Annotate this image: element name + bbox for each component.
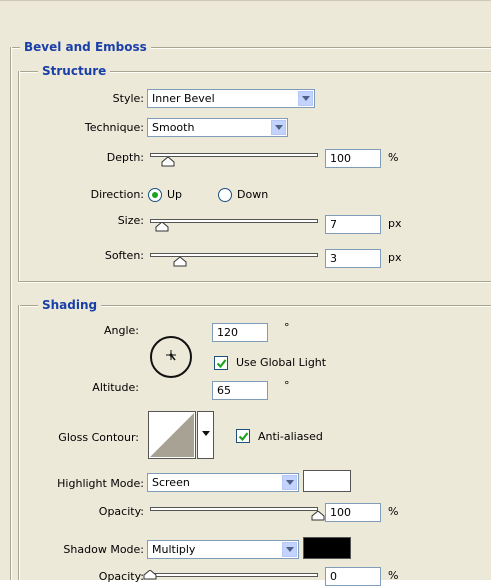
bevel-emboss-frame-left bbox=[10, 47, 12, 580]
shadow-color-swatch[interactable] bbox=[303, 537, 351, 559]
soften-input[interactable]: 3 bbox=[325, 249, 381, 268]
style-label: Style: bbox=[112, 92, 144, 105]
radio-selected-dot bbox=[152, 192, 158, 198]
shadow-opacity-slider-track[interactable] bbox=[150, 573, 318, 577]
highlight-mode-value: Screen bbox=[152, 476, 190, 489]
structure-frame-bottom bbox=[18, 281, 491, 283]
direction-down-label[interactable]: Down bbox=[237, 188, 268, 202]
angle-value: 120 bbox=[217, 326, 238, 339]
angle-unit: ° bbox=[284, 321, 290, 334]
style-select[interactable]: Inner Bevel bbox=[147, 89, 315, 108]
highlight-opacity-unit: % bbox=[388, 505, 399, 518]
soften-unit: px bbox=[388, 251, 402, 264]
altitude-input[interactable]: 65 bbox=[212, 381, 268, 400]
angle-label: Angle: bbox=[103, 324, 139, 337]
angle-dial[interactable] bbox=[148, 334, 194, 380]
shadow-opacity-unit: % bbox=[388, 569, 399, 582]
depth-input[interactable]: 100 bbox=[325, 149, 381, 168]
checkmark-icon bbox=[216, 359, 227, 369]
highlight-color-swatch[interactable] bbox=[303, 470, 351, 492]
depth-slider-track[interactable] bbox=[150, 153, 318, 157]
size-input[interactable]: 7 bbox=[325, 215, 381, 234]
highlight-opacity-input[interactable]: 100 bbox=[325, 503, 381, 522]
gloss-contour-dropdown[interactable] bbox=[197, 411, 214, 459]
checkmark-icon bbox=[238, 432, 249, 442]
use-global-light-checkbox[interactable] bbox=[214, 356, 228, 370]
shadow-opacity-label: Opacity: bbox=[98, 570, 144, 583]
highlight-opacity-label: Opacity: bbox=[98, 505, 144, 518]
chevron-down-icon bbox=[202, 431, 210, 436]
soften-slider-thumb[interactable] bbox=[173, 257, 187, 267]
highlight-opacity-slider-thumb[interactable] bbox=[311, 511, 325, 521]
size-slider-thumb[interactable] bbox=[155, 222, 169, 232]
chevron-down-icon[interactable] bbox=[282, 542, 297, 557]
bevel-emboss-panel: Bevel and Emboss Structure Style: Inner … bbox=[0, 0, 491, 586]
technique-value: Smooth bbox=[152, 121, 195, 134]
technique-label: Technique: bbox=[84, 121, 144, 134]
bevel-emboss-title: Bevel and Emboss bbox=[20, 40, 151, 54]
soften-value: 3 bbox=[330, 252, 337, 265]
altitude-value: 65 bbox=[217, 384, 231, 397]
style-value: Inner Bevel bbox=[152, 92, 215, 105]
shadow-mode-label: Shadow Mode: bbox=[63, 543, 144, 556]
depth-label: Depth: bbox=[106, 151, 144, 164]
direction-down-radio[interactable] bbox=[218, 188, 232, 202]
depth-value: 100 bbox=[330, 152, 351, 165]
direction-up-radio[interactable] bbox=[148, 188, 162, 202]
highlight-opacity-value: 100 bbox=[330, 506, 351, 519]
structure-title: Structure bbox=[38, 64, 111, 78]
depth-unit: % bbox=[388, 151, 399, 164]
size-value: 7 bbox=[330, 218, 337, 231]
technique-select[interactable]: Smooth bbox=[147, 118, 288, 137]
size-label: Size: bbox=[117, 214, 144, 227]
size-slider-track[interactable] bbox=[150, 219, 318, 223]
size-unit: px bbox=[388, 217, 402, 230]
shading-title: Shading bbox=[38, 298, 102, 312]
depth-slider-thumb[interactable] bbox=[161, 157, 175, 167]
shadow-opacity-value: 0 bbox=[330, 570, 337, 583]
gloss-contour-preview[interactable] bbox=[148, 411, 196, 459]
anti-aliased-checkbox[interactable] bbox=[236, 429, 250, 443]
altitude-label: Altitude: bbox=[92, 381, 139, 394]
shading-frame-left bbox=[18, 305, 20, 580]
shadow-opacity-input[interactable]: 0 bbox=[325, 567, 381, 586]
highlight-mode-select[interactable]: Screen bbox=[147, 473, 299, 492]
gloss-contour-label: Gloss Contour: bbox=[58, 431, 139, 444]
soften-label: Soften: bbox=[104, 249, 144, 262]
shadow-mode-value: Multiply bbox=[152, 543, 196, 556]
altitude-unit: ° bbox=[284, 379, 290, 392]
structure-frame-left bbox=[18, 71, 20, 281]
use-global-light-label[interactable]: Use Global Light bbox=[236, 356, 326, 370]
direction-up-label[interactable]: Up bbox=[167, 188, 182, 202]
chevron-down-icon[interactable] bbox=[298, 91, 313, 106]
angle-input[interactable]: 120 bbox=[212, 323, 268, 342]
anti-aliased-label[interactable]: Anti-aliased bbox=[258, 430, 323, 444]
highlight-mode-label: Highlight Mode: bbox=[57, 477, 144, 490]
chevron-down-icon[interactable] bbox=[282, 475, 297, 490]
shadow-mode-select[interactable]: Multiply bbox=[147, 540, 299, 559]
highlight-opacity-slider-track[interactable] bbox=[150, 507, 318, 511]
direction-label: Direction: bbox=[90, 188, 144, 201]
chevron-down-icon[interactable] bbox=[271, 120, 286, 135]
